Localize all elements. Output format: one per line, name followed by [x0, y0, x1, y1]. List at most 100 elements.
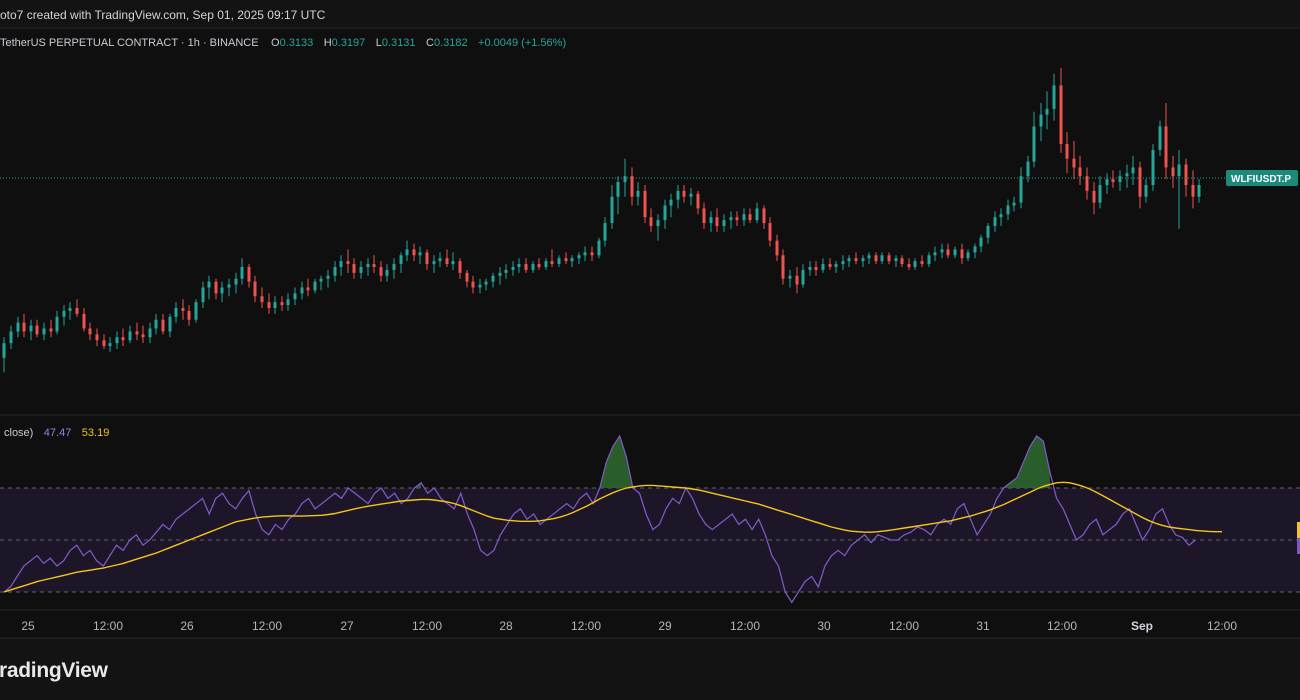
time-tick-label: 12:00 [730, 619, 760, 633]
candle-body [75, 308, 79, 314]
candle-body [946, 249, 950, 256]
time-tick-label: 12:00 [571, 619, 601, 633]
candle-body [979, 237, 983, 247]
candle-body [682, 190, 686, 197]
change-value: +0.0049 (+1.56%) [478, 37, 566, 49]
candle-body [788, 275, 792, 279]
chart-background [0, 0, 1300, 700]
candle-body [1184, 164, 1188, 185]
rsi-ma-value: 53.19 [82, 427, 110, 439]
candle-body [273, 302, 277, 308]
candle-body [148, 328, 152, 338]
candle-body [867, 255, 871, 259]
candle-body [669, 199, 673, 206]
candle-body [795, 275, 799, 285]
candle [597, 237, 601, 259]
candle-body [755, 208, 759, 221]
time-tick-label: 30 [817, 619, 831, 633]
candle-body [207, 281, 211, 288]
candle-body [821, 264, 825, 270]
chart-canvas: oto7 created with TradingView.com, Sep 0… [0, 0, 1300, 700]
candle-body [95, 334, 99, 341]
close-value: 0.3182 [434, 37, 468, 49]
candle-body [154, 319, 158, 329]
candle-body [121, 337, 125, 341]
candle-body [1125, 173, 1129, 177]
candle-body [220, 287, 224, 294]
candle-body [280, 302, 284, 306]
candle-body [603, 223, 607, 241]
candle-body [709, 217, 713, 224]
candle-body [260, 296, 264, 303]
candle-body [748, 214, 752, 221]
candle-body [366, 264, 370, 267]
open-value: 0.3133 [280, 37, 314, 49]
candle-body [689, 193, 693, 197]
time-tick-label: Sep [1131, 619, 1153, 633]
price-tag-label: WLFIUSDT.P [1231, 174, 1291, 185]
candle-body [887, 255, 891, 262]
candle-body [861, 258, 865, 262]
candle-body [814, 267, 818, 270]
candle-body [1052, 85, 1056, 109]
candle-body [781, 255, 785, 279]
candle-body [656, 220, 660, 226]
close-label: C [426, 37, 434, 49]
candle-body [577, 255, 581, 259]
candle-body [1131, 167, 1135, 174]
candle-body [616, 182, 620, 197]
candle-body [1059, 85, 1063, 144]
candle-body [313, 281, 317, 291]
candle-body [960, 249, 964, 259]
candle-body [141, 334, 145, 338]
candle-body [2, 343, 6, 358]
candle-body [801, 269, 805, 285]
candle-body [1177, 164, 1181, 177]
candle-body [676, 190, 680, 200]
candle-body [88, 328, 92, 335]
candle-body [458, 261, 462, 273]
candle-body [1039, 114, 1043, 127]
high-label: H [324, 37, 332, 49]
time-tick-label: 28 [499, 619, 513, 633]
candle-body [649, 217, 653, 226]
time-tick-label: 25 [21, 619, 35, 633]
candle-body [1118, 176, 1122, 183]
candle-body [1151, 149, 1155, 185]
candle-body [927, 255, 931, 265]
candle-body [597, 240, 601, 256]
rsi-legend-label: close) [4, 427, 33, 439]
candle-body [247, 267, 251, 282]
candle-body [663, 205, 667, 221]
candle-body [432, 261, 436, 265]
time-tick-label: 26 [180, 619, 194, 633]
candle-body [240, 267, 244, 279]
candle-body [1026, 161, 1030, 177]
candle-body [227, 284, 231, 288]
candle-body [1012, 202, 1016, 206]
footer-bar [0, 638, 1300, 700]
candle-body [973, 246, 977, 253]
candle-body [9, 331, 13, 344]
candle-body [471, 281, 475, 288]
candle-body [517, 264, 521, 267]
candle-body [128, 331, 132, 341]
candle-body [399, 255, 403, 265]
candle-body [570, 258, 574, 262]
candle-body [1098, 185, 1102, 203]
candle-body [1045, 108, 1049, 115]
candle-body [940, 249, 944, 253]
candle-body [537, 264, 541, 267]
candle-body [1111, 179, 1115, 183]
candle-body [293, 293, 297, 300]
candle-body [544, 261, 548, 267]
candle-body [286, 299, 290, 306]
candle-body [564, 258, 568, 262]
candle-body [108, 343, 112, 347]
candle-body [742, 214, 746, 221]
candle-body [636, 190, 640, 197]
candle-body [933, 252, 937, 256]
candle-body [168, 316, 172, 332]
candle-body [847, 258, 851, 262]
candle-body [735, 217, 739, 221]
